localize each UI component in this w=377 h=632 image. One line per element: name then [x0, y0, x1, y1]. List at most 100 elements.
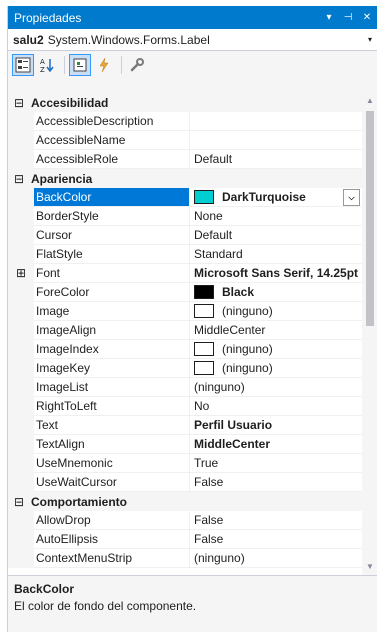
category-accesibilidad[interactable]: ⊟ Accesibilidad [8, 93, 362, 112]
property-row-accessibledescription[interactable]: AccessibleDescription [8, 112, 362, 131]
property-value[interactable]: DarkTurquoise ⌵ [190, 188, 362, 207]
property-row-forecolor[interactable]: ForeColor Black [8, 283, 362, 302]
chevron-down-icon[interactable]: ▾ [362, 35, 377, 44]
object-name: salu2 [13, 32, 44, 47]
property-row-usewaitcursor[interactable]: UseWaitCursor False [8, 473, 362, 492]
row-gutter [8, 321, 34, 340]
close-icon[interactable]: ✕ [359, 12, 375, 23]
property-row-imagealign[interactable]: ImageAlign MiddleCenter [8, 321, 362, 340]
property-row-font[interactable]: ⊞ Font Microsoft Sans Serif, 14.25pt [8, 264, 362, 283]
row-gutter [8, 454, 34, 473]
collapse-icon[interactable]: ⊟ [12, 172, 26, 186]
dropdown-button[interactable]: ⌵ [343, 188, 360, 206]
property-value[interactable]: False [190, 530, 362, 549]
property-value[interactable]: Microsoft Sans Serif, 14.25pt [190, 264, 362, 283]
svg-text:Z: Z [40, 66, 45, 73]
property-row-image[interactable]: Image (ninguno) [8, 302, 362, 321]
window-menu-icon[interactable]: ▾ [321, 12, 337, 23]
property-name: AutoEllipsis [34, 530, 190, 549]
property-value[interactable]: (ninguno) [190, 549, 362, 568]
property-value[interactable]: (ninguno) [190, 340, 362, 359]
property-value[interactable]: True [190, 454, 362, 473]
row-gutter [8, 530, 34, 549]
property-value[interactable]: (ninguno) [190, 359, 362, 378]
scroll-up-icon[interactable]: ▲ [362, 93, 377, 109]
property-name: Image [34, 302, 190, 321]
image-preview [194, 304, 214, 318]
scroll-thumb[interactable] [366, 111, 374, 326]
property-grid: ⊟ Accesibilidad AccessibleDescription Ac… [8, 93, 362, 575]
category-apariencia[interactable]: ⊟ Apariencia [8, 169, 362, 188]
property-value[interactable]: False [190, 511, 362, 530]
property-name: Cursor [34, 226, 190, 245]
property-row-flatstyle[interactable]: FlatStyle Standard [8, 245, 362, 264]
row-gutter [8, 188, 34, 207]
property-row-cursor[interactable]: Cursor Default [8, 226, 362, 245]
property-name: AccessibleDescription [34, 112, 190, 131]
wrench-icon [130, 58, 144, 72]
property-value[interactable]: MiddleCenter [190, 321, 362, 340]
row-gutter [8, 378, 34, 397]
property-name: ForeColor [34, 283, 190, 302]
image-preview [194, 342, 214, 356]
property-value[interactable] [190, 112, 362, 131]
property-row-imagelist[interactable]: ImageList (ninguno) [8, 378, 362, 397]
row-gutter [8, 359, 34, 378]
property-value[interactable]: False [190, 473, 362, 492]
property-row-righttoleft[interactable]: RightToLeft No [8, 397, 362, 416]
pin-icon[interactable]: ⊣ [340, 12, 356, 23]
property-value[interactable]: (ninguno) [190, 378, 362, 397]
properties-panel: Propiedades ▾ ⊣ ✕ salu2 System.Windows.F… [7, 6, 377, 632]
collapse-icon[interactable]: ⊟ [12, 495, 26, 509]
row-gutter [8, 549, 34, 568]
property-value[interactable]: MiddleCenter [190, 435, 362, 454]
properties-button[interactable] [69, 54, 91, 76]
property-row-imageindex[interactable]: ImageIndex (ninguno) [8, 340, 362, 359]
category-comportamiento[interactable]: ⊟ Comportamiento [8, 492, 362, 511]
property-value-text: (ninguno) [222, 303, 273, 318]
categorized-button[interactable] [12, 54, 34, 76]
property-name: Text [34, 416, 190, 435]
property-value[interactable] [190, 131, 362, 150]
description-text: El color de fondo del componente. [14, 599, 197, 613]
property-row-allowdrop[interactable]: AllowDrop False [8, 511, 362, 530]
row-gutter [8, 473, 34, 492]
object-selector[interactable]: salu2 System.Windows.Forms.Label ▾ [8, 29, 377, 51]
scroll-down-icon[interactable]: ▼ [362, 559, 377, 575]
properties-icon [73, 58, 87, 72]
property-row-borderstyle[interactable]: BorderStyle None [8, 207, 362, 226]
property-row-imagekey[interactable]: ImageKey (ninguno) [8, 359, 362, 378]
property-row-accessiblename[interactable]: AccessibleName [8, 131, 362, 150]
property-value[interactable]: Black [190, 283, 362, 302]
toolbar-separator [121, 56, 122, 74]
property-value[interactable]: No [190, 397, 362, 416]
property-row-autoellipsis[interactable]: AutoEllipsis False [8, 530, 362, 549]
property-name: UseWaitCursor [34, 473, 190, 492]
property-row-backcolor[interactable]: BackColor DarkTurquoise ⌵ [8, 188, 362, 207]
events-button[interactable] [93, 54, 115, 76]
property-row-text[interactable]: Text Perfil Usuario [8, 416, 362, 435]
property-value[interactable]: Default [190, 226, 362, 245]
row-gutter [8, 416, 34, 435]
row-gutter [8, 226, 34, 245]
title-bar[interactable]: Propiedades ▾ ⊣ ✕ [8, 6, 377, 29]
property-row-accessiblerole[interactable]: AccessibleRole Default [8, 150, 362, 169]
property-name: FlatStyle [34, 245, 190, 264]
property-row-contextmenustrip[interactable]: ContextMenuStrip (ninguno) [8, 549, 362, 568]
row-gutter [8, 131, 34, 150]
property-row-textalign[interactable]: TextAlign MiddleCenter [8, 435, 362, 454]
property-row-usemnemonic[interactable]: UseMnemonic True [8, 454, 362, 473]
property-value[interactable]: None [190, 207, 362, 226]
property-pages-button[interactable] [126, 54, 148, 76]
expand-icon[interactable]: ⊞ [8, 264, 34, 283]
property-value[interactable]: Perfil Usuario [190, 416, 362, 435]
alphabetical-button[interactable]: A Z [36, 54, 58, 76]
collapse-icon[interactable]: ⊟ [12, 96, 26, 110]
property-value[interactable]: (ninguno) [190, 302, 362, 321]
image-preview [194, 361, 214, 375]
property-value-text: (ninguno) [222, 341, 273, 356]
vertical-scrollbar[interactable]: ▲ ▼ [362, 93, 377, 575]
property-value[interactable]: Standard [190, 245, 362, 264]
row-gutter [8, 397, 34, 416]
property-value[interactable]: Default [190, 150, 362, 169]
